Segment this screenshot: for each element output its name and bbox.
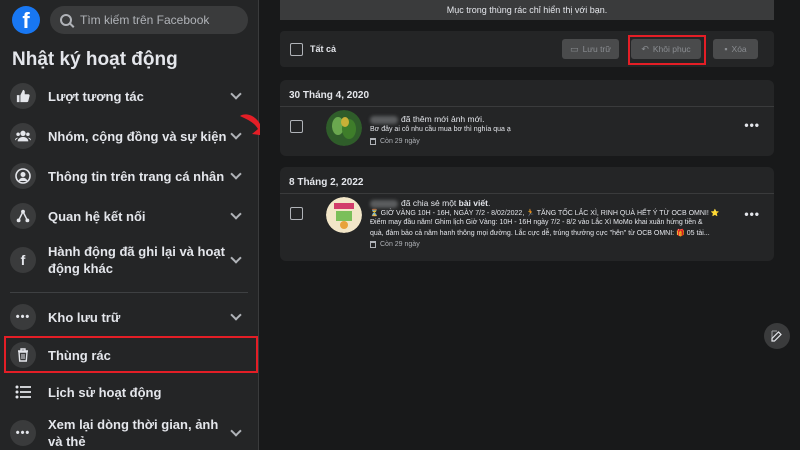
sidebar-item-label: Lượt tương tác bbox=[48, 88, 144, 104]
entry-date: 30 Tháng 4, 2020 bbox=[289, 90, 370, 101]
sidebar-item-timeline-review[interactable]: ••• Xem lại dòng thời gian, ảnh và thẻ bbox=[0, 411, 258, 450]
compose-button[interactable] bbox=[764, 323, 790, 349]
sidebar-item-label: Thông tin trên trang cá nhân bbox=[48, 168, 225, 184]
sidebar-item-label: Lịch sử hoạt động bbox=[48, 384, 162, 400]
facebook-logo-icon[interactable]: f bbox=[12, 6, 40, 34]
sidebar-item-connections[interactable]: Quan hệ kết nối bbox=[0, 196, 258, 236]
edit-icon bbox=[771, 330, 782, 342]
delete-button-label: Xóa bbox=[731, 44, 747, 54]
entry-meta: Còn 29 ngày bbox=[370, 241, 420, 248]
blurred-user-name bbox=[370, 199, 398, 208]
sidebar-item-label: Kho lưu trữ bbox=[48, 309, 121, 325]
entry-action-text: đã thêm mới ảnh mới. bbox=[401, 114, 485, 124]
entry-date: 8 Tháng 2, 2022 bbox=[289, 177, 364, 188]
main-content: Mục trong thùng rác chỉ hiển thị với bạn… bbox=[260, 0, 800, 450]
sidebar-item-archive[interactable]: ••• Kho lưu trữ bbox=[0, 297, 258, 337]
entry-meta: Còn 29 ngày bbox=[370, 138, 420, 145]
more-options-icon[interactable]: ••• bbox=[744, 118, 760, 132]
entry-action-link[interactable]: bài viết bbox=[459, 198, 488, 208]
entry-checkbox[interactable] bbox=[290, 120, 303, 133]
sidebar: f Nhật ký hoạt động Lượt tương tác Nhóm,… bbox=[0, 0, 259, 450]
entry-post-line: Điểm may đầu năm! Ghim lịch Giờ Vàng: 10… bbox=[370, 219, 703, 226]
entry-subtext: Bơ đây ai cô nhu cầu mua bơ thì nghía qu… bbox=[370, 126, 511, 133]
sidebar-item-logged-actions[interactable]: f Hành động đã ghi lại và hoạt động khác bbox=[0, 236, 258, 284]
chevron-down-icon bbox=[230, 208, 242, 220]
chevron-down-icon bbox=[230, 309, 242, 321]
trash-notice: Mục trong thùng rác chỉ hiển thị với bạn… bbox=[280, 0, 774, 20]
thumbs-up-icon bbox=[10, 83, 36, 109]
entry-post-line: ⏳ GIỜ VÀNG 10H - 16H, NGÀY 7/2 - 8/02/20… bbox=[370, 210, 720, 217]
sidebar-item-label: Quan hệ kết nối bbox=[48, 208, 146, 224]
entry-action-suffix: . bbox=[487, 198, 491, 208]
trash-entry: 30 Tháng 4, 2020 đã thêm mới ảnh mới. Bơ… bbox=[280, 80, 774, 156]
more-dots-icon: ••• bbox=[10, 304, 36, 330]
sidebar-divider bbox=[10, 292, 248, 293]
entry-meta-text: Còn 29 ngày bbox=[380, 138, 420, 145]
select-all-label: Tất cả bbox=[310, 44, 337, 54]
archive-button-label: Lưu trữ bbox=[582, 44, 611, 54]
topbar: f bbox=[0, 0, 258, 36]
entry-divider bbox=[280, 106, 774, 107]
sidebar-item-interactions[interactable]: Lượt tương tác bbox=[0, 76, 258, 116]
blurred-user-name bbox=[370, 115, 398, 124]
entry-action-text: đã chia sẻ một bbox=[401, 198, 459, 208]
select-all-checkbox[interactable] bbox=[290, 42, 303, 56]
sidebar-item-label: Nhóm, cộng đồng và sự kiện bbox=[48, 128, 227, 144]
delete-icon: ▪ bbox=[724, 44, 728, 54]
chevron-down-icon bbox=[230, 168, 242, 180]
archive-icon: ▭ bbox=[570, 43, 579, 54]
archive-button[interactable]: ▭ Lưu trữ bbox=[562, 39, 619, 59]
sidebar-item-profile-info[interactable]: Thông tin trên trang cá nhân bbox=[0, 156, 258, 196]
more-options-icon[interactable]: ••• bbox=[744, 207, 760, 221]
entry-post-line: quà, đảm bảo cả năm hanh thông mọi đường… bbox=[370, 230, 710, 237]
chevron-down-icon bbox=[230, 425, 242, 437]
search-input[interactable] bbox=[80, 13, 238, 27]
search-box[interactable] bbox=[50, 6, 248, 34]
sidebar-item-groups[interactable]: Nhóm, cộng đồng và sự kiện bbox=[0, 116, 258, 156]
search-icon bbox=[60, 14, 72, 26]
entry-meta-text: Còn 29 ngày bbox=[380, 241, 420, 248]
trash-icon bbox=[370, 241, 376, 248]
facebook-icon: f bbox=[10, 247, 36, 273]
trash-icon bbox=[370, 138, 376, 145]
entry-checkbox[interactable] bbox=[290, 207, 303, 220]
entry-thumbnail[interactable] bbox=[326, 197, 362, 233]
entry-action: đã thêm mới ảnh mới. bbox=[370, 114, 484, 124]
trash-entry: 8 Tháng 2, 2022 đã chia sẻ một bài viết.… bbox=[280, 167, 774, 261]
delete-button[interactable]: ▪ Xóa bbox=[713, 39, 758, 59]
connections-icon bbox=[10, 203, 36, 229]
sidebar-item-activity-history[interactable]: Lịch sử hoạt động bbox=[0, 373, 258, 411]
chevron-down-icon bbox=[230, 88, 242, 100]
page-title: Nhật ký hoạt động bbox=[12, 49, 178, 70]
entry-action: đã chia sẻ một bài viết. bbox=[370, 198, 490, 208]
chevron-down-icon bbox=[230, 252, 242, 264]
entry-divider bbox=[280, 193, 774, 194]
sidebar-item-label: Xem lại dòng thời gian, ảnh và thẻ bbox=[48, 417, 219, 449]
entry-thumbnail[interactable] bbox=[326, 110, 362, 146]
trash-highlight-box bbox=[4, 336, 258, 373]
profile-icon bbox=[10, 163, 36, 189]
activity-log-app: f Nhật ký hoạt động Lượt tương tác Nhóm,… bbox=[0, 0, 800, 450]
sidebar-item-label: Hành động đã ghi lại và hoạt động khác bbox=[48, 244, 225, 276]
more-dots-icon: ••• bbox=[10, 420, 36, 446]
list-icon bbox=[10, 379, 36, 405]
group-icon bbox=[10, 123, 36, 149]
restore-highlight-box bbox=[628, 35, 706, 65]
